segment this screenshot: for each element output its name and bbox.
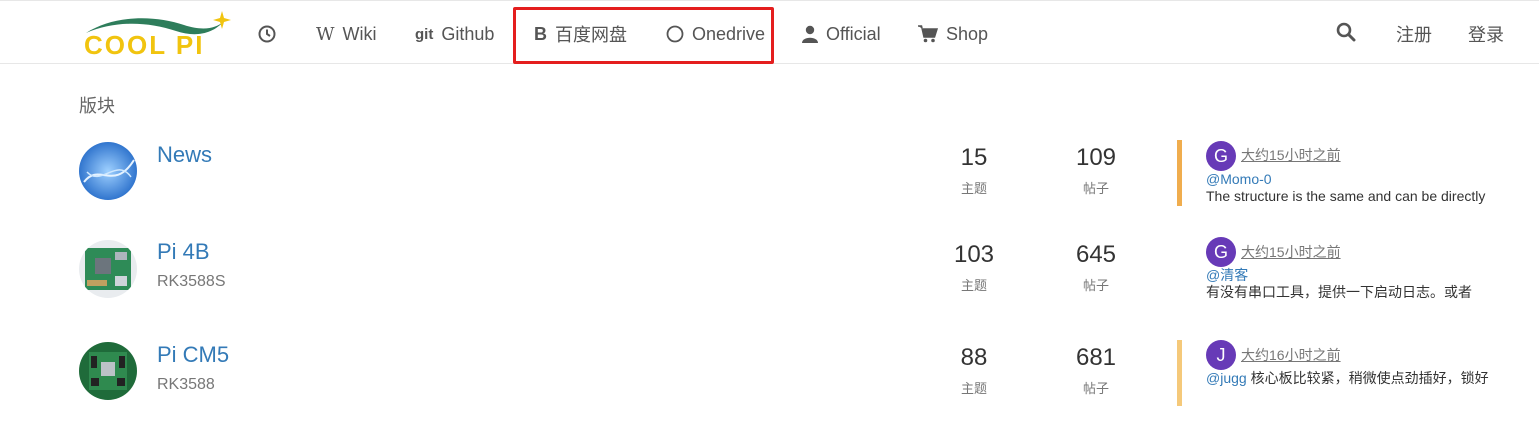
posts-label: 帖子 <box>1082 278 1109 293</box>
avatar[interactable]: G <box>1206 237 1236 267</box>
teaser-user[interactable]: @Momo-0 <box>1206 171 1272 187</box>
category-image-picm5[interactable] <box>79 342 137 400</box>
avatar[interactable]: J <box>1206 340 1236 370</box>
category-image-pi4b[interactable] <box>79 240 137 298</box>
nav-baidu[interactable]: B 百度网盘 <box>534 19 627 49</box>
category-image-news[interactable] <box>79 142 137 200</box>
teaser-content[interactable]: @Momo-0 The structure is the same and ca… <box>1206 171 1506 205</box>
category-row: News 15 主题 109 帖子 G 大约15小时之前 @Momo-0 The… <box>0 140 1539 230</box>
clock-icon <box>258 25 276 43</box>
nav-github[interactable]: git Github <box>415 19 494 49</box>
nav-onedrive-label: Onedrive <box>692 23 766 44</box>
topics-count: 103 <box>953 241 995 268</box>
category-title[interactable]: Pi CM5 <box>157 342 229 368</box>
topics-label: 主题 <box>960 181 987 196</box>
teaser-content[interactable]: @清客 有没有串口工具，提供一下启动日志。或者 <box>1206 267 1506 301</box>
posts-stat: 109 帖子 <box>1056 144 1136 197</box>
topics-stat: 103 主题 <box>934 241 1014 294</box>
avatar[interactable]: G <box>1206 141 1236 171</box>
nav-shop-label: Shop <box>946 23 989 44</box>
teaser-time-link[interactable]: 大约15小时之前 <box>1241 242 1341 262</box>
nav-official[interactable]: Official <box>802 19 881 49</box>
nav-wiki-label: Wiki <box>342 23 377 44</box>
posts-stat: 645 帖子 <box>1056 241 1136 294</box>
top-navbar: COOL PI W Wiki git Github B 百度网盘 Onedriv… <box>0 0 1539 64</box>
user-icon <box>802 25 818 43</box>
posts-count: 645 <box>1075 241 1117 268</box>
teaser-user[interactable]: @清客 <box>1206 267 1248 283</box>
category-description: RK3588S <box>157 273 226 290</box>
topics-stat: 88 主题 <box>934 344 1014 397</box>
category-row: Pi 4B RK3588S 103 主题 645 帖子 G 大约15小时之前 @… <box>0 237 1539 327</box>
circle-outline-icon <box>666 25 684 43</box>
topics-count: 15 <box>960 144 988 171</box>
teaser-time-link[interactable]: 大约15小时之前 <box>1241 145 1341 165</box>
nav-baidu-label: 百度网盘 <box>555 25 627 45</box>
nav-shop[interactable]: Shop <box>918 19 988 49</box>
login-link[interactable]: 登录 <box>1468 19 1504 49</box>
nav-wiki[interactable]: W Wiki <box>316 19 377 49</box>
posts-stat: 681 帖子 <box>1056 344 1136 397</box>
bold-b-icon: B <box>534 23 547 44</box>
category-description: RK3588 <box>157 376 215 393</box>
category-row: Pi CM5 RK3588 88 主题 681 帖子 J 大约16小时之前 @j… <box>0 340 1539 430</box>
topics-label: 主题 <box>960 381 987 396</box>
teaser-user[interactable]: @jugg <box>1206 370 1247 386</box>
teaser-time-link[interactable]: 大约16小时之前 <box>1241 345 1341 365</box>
logo-text: COOL PI <box>84 30 204 59</box>
nav-onedrive[interactable]: Onedrive <box>666 19 765 49</box>
nav-github-label: Github <box>441 23 495 44</box>
register-link[interactable]: 注册 <box>1396 19 1432 49</box>
section-title: 版块 <box>79 96 115 116</box>
posts-label: 帖子 <box>1082 381 1109 396</box>
topics-count: 88 <box>960 344 988 371</box>
search-button[interactable] <box>1336 19 1356 49</box>
nav-official-label: Official <box>826 23 881 44</box>
wikipedia-w-icon: W <box>316 23 335 45</box>
search-icon <box>1336 22 1356 47</box>
git-icon: git <box>415 25 434 43</box>
category-title[interactable]: Pi 4B <box>157 239 210 265</box>
teaser-text: The structure is the same and can be dir… <box>1206 188 1486 204</box>
cart-icon <box>918 25 938 43</box>
topics-stat: 15 主题 <box>934 144 1014 197</box>
topics-label: 主题 <box>960 278 987 293</box>
posts-label: 帖子 <box>1082 181 1109 196</box>
coolpi-logo[interactable]: COOL PI <box>84 9 234 59</box>
teaser-color-bar <box>1177 140 1182 206</box>
teaser-color-bar <box>1177 340 1182 406</box>
nav-recent[interactable] <box>258 19 284 49</box>
posts-count: 681 <box>1075 344 1117 371</box>
teaser-text: 有没有串口工具，提供一下启动日志。或者 <box>1206 284 1472 300</box>
teaser-content[interactable]: @jugg 核心板比较紧，稍微使点劲插好，锁好 <box>1206 370 1506 387</box>
teaser-text: 核心板比较紧，稍微使点劲插好，锁好 <box>1246 370 1489 386</box>
category-title[interactable]: News <box>157 142 212 168</box>
posts-count: 109 <box>1075 144 1117 171</box>
